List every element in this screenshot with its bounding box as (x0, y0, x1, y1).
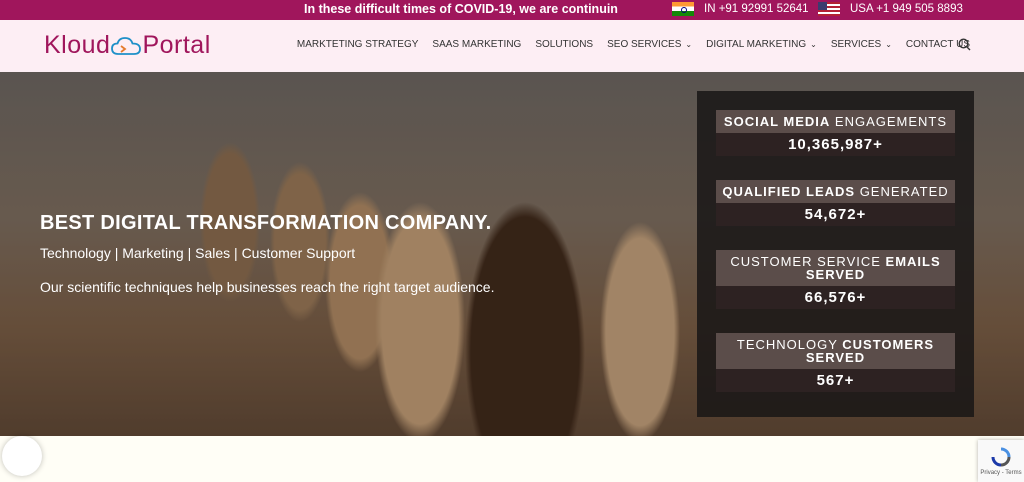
chat-widget-button[interactable] (2, 436, 42, 476)
stat-label: TECHNOLOGY CUSTOMERS SERVED (716, 333, 955, 369)
stat-label: SOCIAL MEDIA ENGAGEMENTS (716, 110, 955, 133)
recaptcha-icon (991, 447, 1011, 467)
site-header: Kloud Portal MARKTETING STRATEGY SAAS MA… (0, 20, 1024, 72)
nav-solutions[interactable]: SOLUTIONS (535, 39, 593, 50)
chevron-down-icon: ⌄ (810, 40, 817, 49)
logo-text-portal: Portal (142, 31, 211, 59)
search-icon[interactable] (958, 38, 971, 51)
stat-technology-customers: TECHNOLOGY CUSTOMERS SERVED 567+ (716, 333, 955, 392)
phone-india-text: IN +91 92991 52641 (704, 3, 809, 15)
hero-content: BEST DIGITAL TRANSFORMATION COMPANY. Tec… (40, 212, 495, 295)
stat-label: CUSTOMER SERVICE EMAILS SERVED (716, 250, 955, 286)
india-flag-icon (672, 2, 694, 16)
announcement-bar: In these difficult times of COVID-19, we… (0, 0, 1024, 20)
stat-qualified-leads: QUALIFIED LEADS GENERATED 54,672+ (716, 180, 955, 226)
kloudportal-logo[interactable]: Kloud Portal (44, 31, 211, 60)
nav-saas-marketing[interactable]: SAAS MARKETING (432, 39, 521, 50)
cloud-logo-icon (111, 36, 142, 55)
hero-title: BEST DIGITAL TRANSFORMATION COMPANY. (40, 212, 492, 234)
logo-text-kloud: Kloud (44, 31, 111, 59)
stat-label: QUALIFIED LEADS GENERATED (716, 180, 955, 203)
stat-social-media: SOCIAL MEDIA ENGAGEMENTS 10,365,987+ (716, 110, 955, 156)
stat-customer-emails: CUSTOMER SERVICE EMAILS SERVED 66,576+ (716, 250, 955, 309)
stat-value: 54,672+ (716, 203, 955, 226)
recaptcha-links[interactable]: Privacy - Terms (980, 470, 1021, 476)
chevron-down-icon: ⌄ (685, 40, 693, 49)
stat-value: 10,365,987+ (716, 133, 955, 156)
nav-services[interactable]: SERVICES ⌄ (831, 39, 892, 50)
stat-value: 66,576+ (716, 286, 955, 309)
hero-description: Our scientific techniques help businesse… (40, 279, 495, 295)
main-nav: MARKTETING STRATEGY SAAS MARKETING SOLUT… (297, 39, 970, 50)
phone-india[interactable]: IN +91 92991 52641 (672, 2, 809, 16)
nav-seo-services[interactable]: SEO SERVICES ⌄ (607, 39, 692, 50)
covid-announcement: In these difficult times of COVID-19, we… (304, 2, 618, 16)
phone-usa-text: USA +1 949 505 8893 (850, 3, 963, 15)
nav-digital-marketing[interactable]: DIGITAL MARKETING ⌄ (706, 39, 817, 50)
usa-flag-icon (818, 2, 840, 16)
chevron-down-icon: ⌄ (885, 40, 892, 49)
hero-subtitle: Technology | Marketing | Sales | Custome… (40, 245, 356, 261)
nav-marketing-strategy[interactable]: MARKTETING STRATEGY (297, 39, 419, 50)
stats-panel: SOCIAL MEDIA ENGAGEMENTS 10,365,987+ QUA… (697, 91, 974, 417)
phone-usa[interactable]: USA +1 949 505 8893 (818, 2, 963, 16)
stat-value: 567+ (716, 369, 955, 392)
recaptcha-badge[interactable]: Privacy - Terms (978, 440, 1024, 482)
